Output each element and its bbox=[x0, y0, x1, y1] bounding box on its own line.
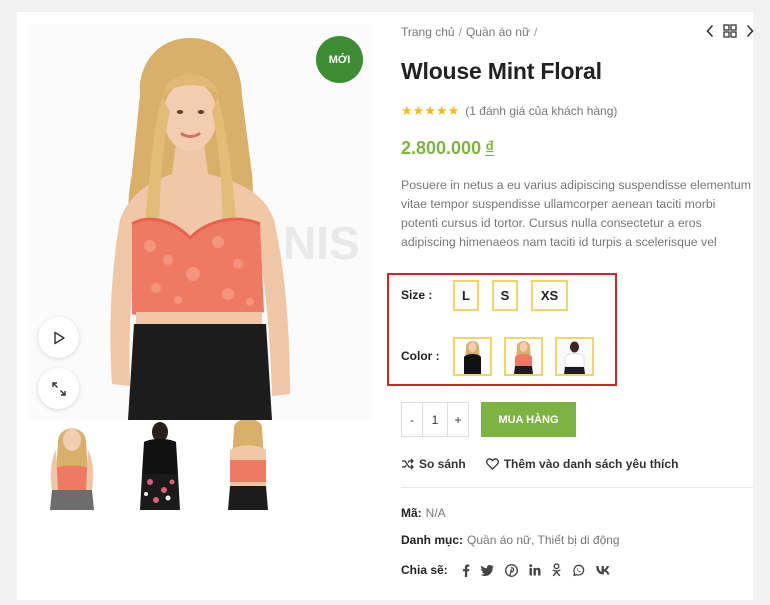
product-sku: Mã: N/A bbox=[401, 506, 446, 520]
share-label: Chia sẽ: bbox=[401, 563, 448, 577]
video-play-button[interactable] bbox=[38, 317, 79, 358]
compare-label: So sánh bbox=[419, 457, 466, 471]
breadcrumb: Trang chủ / Quần áo nữ / bbox=[401, 25, 541, 39]
product-rating: ★★★★★ (1 đánh giá của khách hàng) bbox=[401, 103, 617, 119]
share-links: Chia sẽ: bbox=[401, 563, 610, 577]
reviews-link[interactable]: (1 đánh giá của khách hàng) bbox=[465, 104, 617, 118]
expand-icon bbox=[51, 381, 67, 397]
wishlist-button[interactable]: Thêm vào danh sách yêu thích bbox=[485, 457, 679, 471]
quantity-increase-button[interactable]: + bbox=[448, 403, 468, 436]
twitter-icon[interactable] bbox=[480, 564, 494, 576]
wishlist-label: Thêm vào danh sách yêu thích bbox=[503, 457, 679, 471]
main-product-image[interactable]: NIS bbox=[28, 24, 372, 420]
star-rating-icon: ★★★★★ bbox=[401, 103, 460, 118]
size-label: Size : bbox=[401, 288, 433, 302]
product-description: Posuere in netus a eu varius adipiscing … bbox=[401, 178, 751, 249]
color-swatch-coral[interactable] bbox=[504, 337, 543, 376]
breadcrumb-category[interactable]: Quần áo nữ bbox=[466, 25, 530, 39]
thumbnail-1[interactable] bbox=[28, 420, 116, 510]
thumbnail-strip bbox=[28, 420, 372, 510]
size-option-xs[interactable]: XS bbox=[531, 280, 568, 311]
product-price: 2.800.000 ₫ bbox=[401, 138, 494, 159]
fullscreen-button[interactable] bbox=[38, 368, 79, 409]
product-categories: Danh mục: Quần áo nữ, Thiết bị di động bbox=[401, 533, 620, 547]
whatsapp-icon[interactable] bbox=[572, 564, 585, 577]
price-currency: ₫ bbox=[485, 138, 495, 158]
size-option-l[interactable]: L bbox=[453, 280, 479, 311]
thumbnail-3[interactable] bbox=[204, 420, 292, 510]
chevron-left-icon[interactable] bbox=[705, 24, 715, 38]
category-label: Danh mục: bbox=[401, 533, 464, 547]
category-link-2[interactable]: Thiết bị di động bbox=[538, 533, 620, 547]
color-swatch-white[interactable] bbox=[555, 337, 594, 376]
divider bbox=[401, 487, 753, 488]
compare-button[interactable]: So sánh bbox=[401, 457, 466, 471]
size-option-s[interactable]: S bbox=[492, 280, 518, 311]
breadcrumb-separator: / bbox=[534, 25, 538, 39]
svg-text:NIS: NIS bbox=[283, 217, 360, 269]
pinterest-icon[interactable] bbox=[504, 563, 518, 577]
odnoklassniki-icon[interactable] bbox=[552, 563, 561, 577]
shuffle-icon bbox=[401, 458, 414, 470]
add-to-cart-button[interactable]: Mua hàng bbox=[481, 402, 576, 437]
color-label: Color : bbox=[401, 349, 440, 363]
breadcrumb-separator: / bbox=[458, 25, 462, 39]
color-swatch-black[interactable] bbox=[453, 337, 492, 376]
price-amount: 2.800.000 bbox=[401, 138, 482, 158]
product-actions: So sánh Thêm vào danh sách yêu thích bbox=[401, 457, 678, 471]
thumbnail-2[interactable] bbox=[116, 420, 204, 510]
heart-icon bbox=[485, 458, 499, 470]
play-icon bbox=[52, 331, 66, 345]
product-navigation bbox=[705, 24, 755, 38]
quantity-input[interactable]: 1 bbox=[422, 403, 448, 436]
new-badge: Mới bbox=[316, 36, 363, 83]
sku-value: N/A bbox=[425, 506, 446, 520]
breadcrumb-home[interactable]: Trang chủ bbox=[401, 25, 455, 39]
quantity-decrease-button[interactable]: - bbox=[402, 403, 422, 436]
grid-icon[interactable] bbox=[723, 24, 737, 38]
chevron-right-icon[interactable] bbox=[745, 24, 755, 38]
sku-label: Mã: bbox=[401, 506, 422, 520]
quantity-stepper: - 1 + bbox=[401, 402, 469, 437]
vk-icon[interactable] bbox=[595, 565, 610, 575]
product-title: Wlouse Mint Floral bbox=[401, 58, 602, 84]
linkedin-icon[interactable] bbox=[528, 564, 541, 576]
category-link-1[interactable]: Quần áo nữ bbox=[467, 533, 531, 547]
facebook-icon[interactable] bbox=[462, 564, 470, 577]
